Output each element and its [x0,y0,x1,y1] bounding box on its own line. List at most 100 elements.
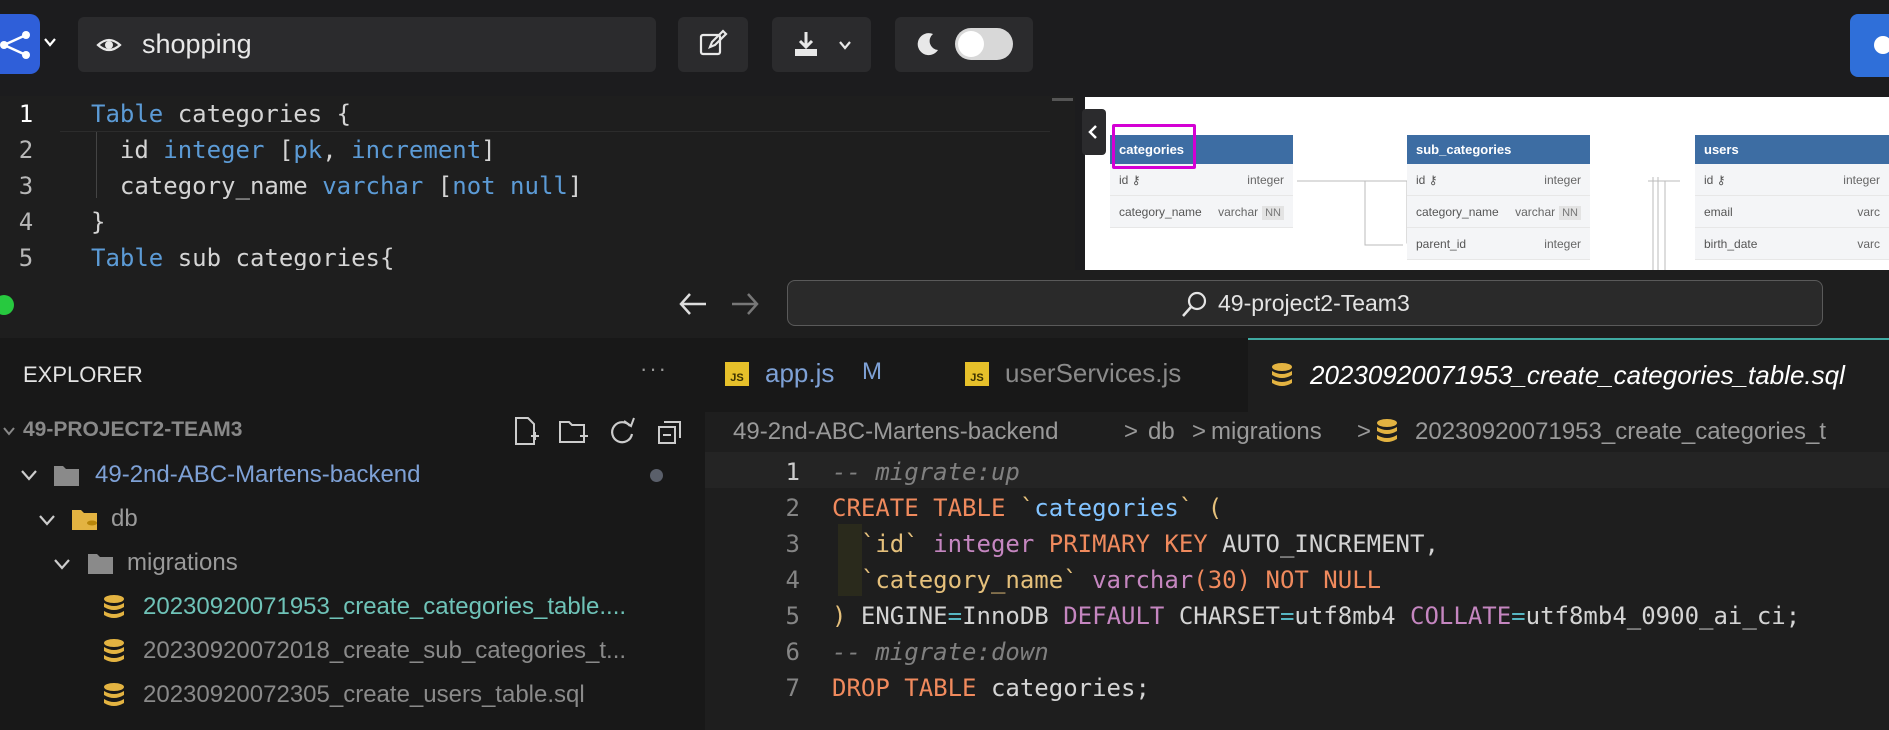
app-logo-button[interactable] [0,14,40,74]
line-number: 1 [18,100,34,128]
line-number: 6 [785,638,800,666]
app-toolbar: shopping [0,0,1889,96]
database-icon [104,595,124,618]
back-arrow-icon[interactable] [678,290,708,318]
more-actions-icon[interactable]: ··· [640,356,668,382]
workspace-root[interactable]: 49-PROJECT2-TEAM3 [23,418,242,442]
line-number: 2 [785,494,800,522]
line-number: 2 [18,136,34,164]
forward-arrow-icon[interactable] [730,290,760,318]
database-icon [1272,363,1292,386]
diagram-name: shopping [142,29,252,59]
folder-open-icon [54,466,79,486]
table-header: sub_categories [1407,135,1590,164]
code-line: Table sub_categories{ [91,244,395,272]
code-line: `id` integer PRIMARY KEY AUTO_INCREMENT, [832,530,1439,558]
tab-app-js[interactable]: JS app.js M [705,338,925,412]
search-text: 49-project2-Team3 [1218,290,1410,316]
editor-scrollbar[interactable] [1050,96,1075,270]
highlight-box [1112,124,1196,169]
code-line: category_name varchar [not null] [91,172,583,200]
eye-icon [96,38,122,52]
tree-folder-project[interactable]: 49-2nd-ABC-Martens-backend [95,461,421,489]
download-button[interactable] [772,17,871,72]
diagram-table-sub-categories[interactable]: sub_categories id ⚷ integer category_name… [1407,135,1590,260]
dark-mode-toggle[interactable] [955,28,1013,60]
diagram-table-users[interactable]: users id ⚷ integer email varc birth_date va… [1695,135,1889,260]
code-line: Table categories { [91,100,352,128]
breadcrumb-file[interactable]: 20230920071953_create_categories_t [1415,418,1826,446]
tree-file-users[interactable]: 20230920072305_create_users_table.sql [143,681,585,709]
search-icon [1182,291,1207,317]
command-center-search[interactable]: 49-project2-Team3 [787,280,1823,326]
js-file-icon: JS [725,362,749,386]
tab-categories-sql[interactable]: 20230920071953_create_categories_table.s… [1248,338,1889,412]
code-line: DROP TABLE categories; [832,674,1150,702]
line-number: 3 [785,530,800,558]
code-line: -- migrate:up [832,458,1020,486]
chevron-down-icon[interactable] [44,36,56,48]
code-line: CREATE TABLE `categories` ( [832,494,1223,522]
breadcrumb-project[interactable]: 49-2nd-ABC-Martens-backend [733,418,1059,446]
code-line: `category_name` varchar(30) NOT NULL [832,566,1382,594]
new-file-icon[interactable] [513,416,541,446]
edit-button[interactable] [678,17,748,72]
line-number: 5 [785,602,800,630]
database-folder-icon [72,510,97,530]
explorer-title: EXPLORER [23,362,143,387]
code-line: -- migrate:down [832,638,1049,666]
code-line: ) ENGINE=InnoDB DEFAULT CHARSET=utf8mb4 … [832,602,1801,630]
line-number: 1 [785,458,800,486]
tree-folder-db[interactable]: db [111,505,138,533]
chevron-down-icon[interactable] [2,424,16,438]
key-icon: ⚷ [1716,173,1726,187]
tree-file-sub-categories[interactable]: 20230920072018_create_sub_categories_t..… [143,637,626,665]
chevron-down-icon[interactable] [53,557,71,571]
line-number: 5 [18,244,34,272]
code-line: id integer [pk, increment] [91,136,496,164]
tree-file-categories[interactable]: 20230920071953_create_categories_table..… [143,593,626,621]
line-number: 4 [18,208,34,236]
theme-toggle-group [895,17,1033,72]
collapse-panel-button[interactable] [1082,109,1106,155]
chevron-left-icon [1088,125,1097,139]
breadcrumb-db[interactable]: db [1148,418,1175,446]
breadcrumb-migrations[interactable]: migrations [1211,418,1322,446]
table-field-row[interactable]: birth_date varc [1695,228,1889,260]
chevron-down-icon [839,41,851,50]
dbml-code-editor[interactable]: 1 2 3 4 5 Table categories { id integer … [0,96,1050,272]
line-number: 3 [18,172,34,200]
line-number: 7 [785,674,800,702]
breadcrumb-separator: > [1357,418,1372,445]
new-folder-icon[interactable] [558,416,590,446]
breadcrumb-separator: > [1192,418,1207,445]
table-field-row[interactable]: parent_id integer [1407,228,1590,260]
breadcrumb-separator: > [1124,418,1139,445]
share-button[interactable] [1850,14,1889,77]
database-icon [1377,419,1397,442]
line-number: 4 [785,566,800,594]
js-file-icon: JS [965,362,989,386]
table-field-row[interactable]: id ⚷ integer [1407,164,1590,196]
modified-dot [650,469,663,482]
chevron-down-icon[interactable] [20,468,38,482]
table-field-row[interactable]: category_name varchar NN [1407,196,1590,228]
collapse-all-icon[interactable] [656,418,684,446]
refresh-icon[interactable] [608,416,636,446]
table-header: users [1695,135,1889,164]
key-icon: ⚷ [1428,173,1438,187]
diagram-name-field[interactable]: shopping [78,17,656,72]
table-field-row[interactable]: category_name varchar NN [1110,196,1293,228]
tree-folder-migrations[interactable]: migrations [127,549,238,577]
modified-badge: M [862,358,882,385]
table-field-row[interactable]: id ⚷ integer [1695,164,1889,196]
database-icon [104,683,124,706]
moon-icon [917,33,938,56]
folder-open-icon [88,554,113,574]
table-field-row[interactable]: email varc [1695,196,1889,228]
chevron-down-icon[interactable] [38,513,56,527]
tab-user-services[interactable]: JS userServices.js [945,338,1235,412]
code-line: } [91,208,106,236]
key-icon: ⚷ [1131,173,1141,187]
explorer-sidebar [0,338,705,730]
